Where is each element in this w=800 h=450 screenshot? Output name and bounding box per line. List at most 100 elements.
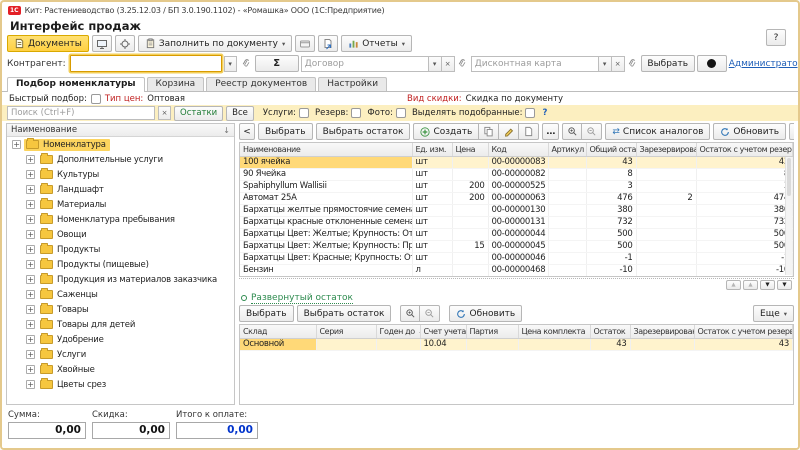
tree-item[interactable]: +Услуги xyxy=(7,347,234,362)
table-cell[interactable]: шт xyxy=(412,216,452,228)
column-header[interactable]: Наименование xyxy=(240,143,412,156)
table-cell[interactable]: 10.04 xyxy=(420,338,466,350)
tree-item[interactable]: +Продукты (пищевые) xyxy=(7,257,234,272)
rests-filter-button[interactable]: Остатки xyxy=(174,106,223,121)
table-cell[interactable]: шт xyxy=(412,168,452,180)
table-cell[interactable] xyxy=(548,216,586,228)
contract-dropdown-button[interactable]: ▾ xyxy=(429,56,442,72)
table-cell[interactable] xyxy=(636,180,696,192)
table-cell[interactable]: 8 xyxy=(696,168,793,180)
tree-item[interactable]: +Культуры xyxy=(7,167,234,182)
table-cell[interactable]: 2 xyxy=(636,192,696,204)
expand-icon[interactable]: + xyxy=(26,335,35,344)
sum-field[interactable]: 0,00 xyxy=(8,422,86,439)
search-input[interactable] xyxy=(7,106,155,120)
table-cell[interactable]: шт xyxy=(412,252,452,264)
choose-button[interactable]: Выбрать xyxy=(258,123,313,140)
table-row[interactable]: Бархатцы Цвет: Желтые; Крупность: Прямос… xyxy=(240,240,793,252)
all-organizations-button[interactable]: … Все организации xyxy=(789,123,794,140)
table-cell[interactable]: 43 xyxy=(694,338,793,350)
tab-cart[interactable]: Корзина xyxy=(147,77,205,91)
table-cell[interactable]: 476 xyxy=(586,192,636,204)
table-cell[interactable]: 00-00000083 xyxy=(488,156,548,168)
table-cell[interactable]: 43 xyxy=(586,156,636,168)
table-splitter[interactable]: ▲ ▲ ▼ ▼ xyxy=(239,278,794,291)
table-cell[interactable]: 200 xyxy=(452,192,488,204)
tree-item[interactable]: +Овощи xyxy=(7,227,234,242)
zoom-out-button[interactable] xyxy=(420,305,440,322)
choose-rest-button[interactable]: Выбрать остаток xyxy=(297,305,392,322)
tree-item[interactable]: +Удобрение xyxy=(7,332,234,347)
record-button[interactable] xyxy=(697,55,727,72)
tree-item[interactable]: +Цветы срез xyxy=(7,377,234,392)
table-cell[interactable]: Основной xyxy=(240,338,316,350)
table-cell[interactable]: 100 ячейка xyxy=(240,156,412,168)
table-cell[interactable] xyxy=(548,192,586,204)
discount-card-input[interactable] xyxy=(471,56,599,72)
document-export-button[interactable] xyxy=(318,35,338,52)
table-cell[interactable] xyxy=(452,156,488,168)
tree-item[interactable]: +Ландшафт xyxy=(7,182,234,197)
tree-item[interactable]: +Продукция из материалов заказчика xyxy=(7,272,234,287)
column-header[interactable]: Счет учета xyxy=(420,325,466,338)
table-cell[interactable]: шт xyxy=(412,240,452,252)
table-cell[interactable]: 500 xyxy=(586,240,636,252)
table-cell[interactable]: 43 xyxy=(696,156,793,168)
table-cell[interactable] xyxy=(636,168,696,180)
table-cell[interactable]: шт xyxy=(412,204,452,216)
table-cell[interactable]: Бархатцы желтые прямостоячие семена xyxy=(240,204,412,216)
table-cell[interactable] xyxy=(548,204,586,216)
table-cell[interactable] xyxy=(548,156,586,168)
table-cell[interactable]: -1 xyxy=(586,252,636,264)
move-bottom-button[interactable]: ▼ xyxy=(777,280,792,290)
table-cell[interactable]: 500 xyxy=(586,228,636,240)
table-cell[interactable] xyxy=(376,338,420,350)
table-cell[interactable] xyxy=(636,228,696,240)
expand-icon[interactable]: + xyxy=(26,200,35,209)
table-cell[interactable] xyxy=(548,168,586,180)
table-cell[interactable]: 00-00000045 xyxy=(488,240,548,252)
table-cell[interactable]: 00-00000082 xyxy=(488,168,548,180)
table-row[interactable]: Автомат 25Ашт20000-000000634762474 xyxy=(240,192,793,204)
move-up-button[interactable]: ▲ xyxy=(743,280,758,290)
current-user-link[interactable]: Администратор xyxy=(729,59,800,69)
column-header[interactable]: Артикул xyxy=(548,143,586,156)
table-cell[interactable] xyxy=(452,168,488,180)
column-header[interactable]: Зарезервировано xyxy=(636,143,696,156)
table-cell[interactable]: 00-00000525 xyxy=(488,180,548,192)
table-cell[interactable]: Бархатцы Цвет: Красные; Крупность: Откло… xyxy=(240,252,412,264)
table-cell[interactable] xyxy=(636,216,696,228)
table-row[interactable]: Бензинл00-00000468-10-10 xyxy=(240,264,793,276)
table-cell[interactable] xyxy=(316,338,376,350)
tree-item[interactable]: +Материалы xyxy=(7,197,234,212)
table-cell[interactable] xyxy=(636,156,696,168)
counterparty-input[interactable] xyxy=(71,56,221,71)
expand-icon[interactable]: + xyxy=(26,185,35,194)
table-cell[interactable]: 732 xyxy=(586,216,636,228)
expand-icon[interactable]: + xyxy=(26,260,35,269)
checkbox[interactable] xyxy=(396,108,406,118)
table-cell[interactable]: 00-00000044 xyxy=(488,228,548,240)
table-cell[interactable]: шт xyxy=(412,228,452,240)
table-cell[interactable]: Spahiphyllum Wallisii xyxy=(240,180,412,192)
tree-item[interactable]: +Дополнительные услуги xyxy=(7,152,234,167)
table-cell[interactable] xyxy=(452,264,488,276)
display-button[interactable] xyxy=(92,35,112,52)
refresh-button[interactable]: Обновить xyxy=(713,123,786,140)
column-header[interactable]: Годен до↓ xyxy=(376,325,420,338)
table-cell[interactable]: 380 xyxy=(586,204,636,216)
table-cell[interactable]: 00-00000131 xyxy=(488,216,548,228)
table-cell[interactable] xyxy=(636,264,696,276)
table-cell[interactable]: -1 xyxy=(696,252,793,264)
column-header[interactable]: Цена комплекта xyxy=(518,325,590,338)
table-cell[interactable]: Бархатцы Цвет: Желтые; Крупность: Отклон… xyxy=(240,228,412,240)
table-row[interactable]: Бархатцы желтые прямостоячие семенашт00-… xyxy=(240,204,793,216)
table-cell[interactable]: 43 xyxy=(590,338,630,350)
column-header[interactable]: Цена xyxy=(452,143,488,156)
create-button[interactable]: Создать xyxy=(413,123,479,140)
column-header[interactable]: Партия xyxy=(466,325,518,338)
table-cell[interactable]: 500 xyxy=(696,228,793,240)
tree-item[interactable]: +Хвойные xyxy=(7,362,234,377)
choose-card-button[interactable]: Выбрать xyxy=(641,55,695,72)
expand-icon[interactable]: + xyxy=(26,170,35,179)
